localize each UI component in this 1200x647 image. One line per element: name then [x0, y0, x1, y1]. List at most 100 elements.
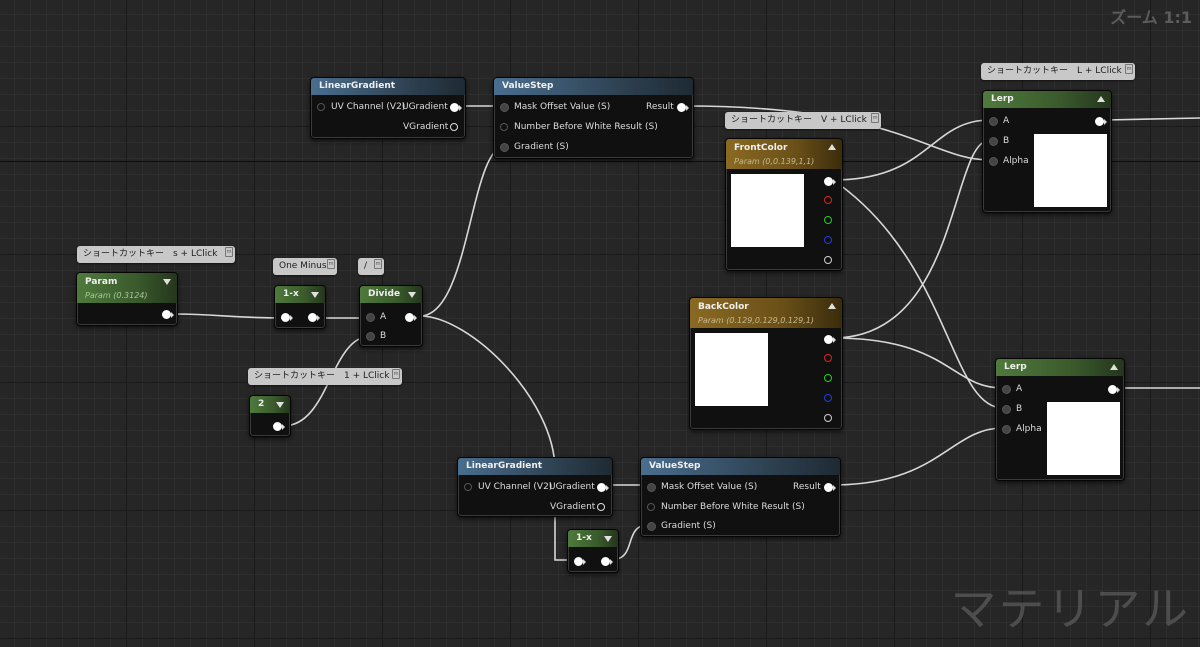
- output-pin[interactable]: [308, 313, 317, 322]
- comment-param-shortcut[interactable]: ショートカットキー s + LClick m: [77, 246, 235, 263]
- pin-label-number-before-white: Number Before White Result (S): [661, 502, 805, 512]
- node-header[interactable]: LinearGradient: [458, 458, 612, 475]
- input-pin-alpha[interactable]: [989, 157, 998, 166]
- comment-pin-icon[interactable]: m: [392, 369, 400, 379]
- material-graph-canvas[interactable]: ズーム 1:1 マテリアル ショートカットキー s + LClick m One …: [0, 0, 1200, 647]
- collapse-triangle-icon[interactable]: [1110, 364, 1118, 370]
- node-divide[interactable]: Divide A B: [359, 285, 423, 347]
- comment-pin-icon[interactable]: m: [1125, 64, 1133, 74]
- node-header[interactable]: Lerp: [983, 91, 1111, 108]
- collapse-triangle-icon[interactable]: [276, 402, 284, 408]
- input-pin-uv[interactable]: [317, 103, 325, 111]
- input-pin-a[interactable]: [366, 313, 375, 322]
- collapse-triangle-icon[interactable]: [1097, 96, 1105, 102]
- node-linear-gradient-top[interactable]: LinearGradient UV Channel (V2) UGradient…: [310, 77, 466, 139]
- comment-pin-icon[interactable]: m: [374, 259, 382, 269]
- output-pin-a[interactable]: [824, 414, 832, 422]
- output-pin-ugradient[interactable]: [450, 103, 459, 112]
- output-pin[interactable]: [1108, 385, 1117, 394]
- input-pin-mask-offset[interactable]: [647, 483, 656, 492]
- pin-arrow-icon: [610, 559, 613, 565]
- output-pin-vgradient[interactable]: [450, 123, 458, 131]
- collapse-triangle-icon[interactable]: [311, 292, 319, 298]
- node-linear-gradient-bottom[interactable]: LinearGradient UV Channel (V2) UGradient…: [457, 457, 613, 517]
- node-title: Lerp: [991, 94, 1014, 104]
- input-pin-a[interactable]: [989, 117, 998, 126]
- node-lerp-bottom[interactable]: Lerp A B Alpha: [995, 358, 1125, 481]
- output-pin-vgradient[interactable]: [597, 503, 605, 511]
- output-pin-r[interactable]: [824, 354, 832, 362]
- comment-frontcolor-shortcut[interactable]: ショートカットキー V + LClick m: [725, 112, 881, 129]
- output-pin-b[interactable]: [824, 236, 832, 244]
- node-header[interactable]: LinearGradient: [311, 78, 465, 95]
- output-pin-result[interactable]: [824, 483, 833, 492]
- output-pin-a[interactable]: [824, 256, 832, 264]
- comment-text: ショートカットキー L + LClick: [987, 66, 1122, 76]
- node-header[interactable]: ValueStep: [494, 78, 693, 95]
- output-pin[interactable]: [1095, 117, 1104, 126]
- collapse-triangle-icon[interactable]: [604, 536, 612, 542]
- output-pin-ugradient[interactable]: [597, 483, 606, 492]
- input-pin[interactable]: [574, 557, 583, 566]
- node-subtitle: Param (0.3124): [85, 291, 148, 300]
- output-pin-rgb[interactable]: [824, 335, 833, 344]
- color-preview-swatch: [695, 333, 768, 406]
- output-pin-result[interactable]: [677, 103, 686, 112]
- node-param[interactable]: Param Param (0.3124): [76, 272, 178, 326]
- node-header[interactable]: Lerp: [996, 359, 1124, 376]
- comment-pin-icon[interactable]: m: [871, 113, 879, 123]
- pin-label-uv: UV Channel (V2): [478, 482, 553, 492]
- node-valuestep-bottom[interactable]: ValueStep Mask Offset Value (S) Result N…: [640, 457, 841, 537]
- node-header[interactable]: Divide: [360, 286, 422, 303]
- input-pin-alpha[interactable]: [1002, 425, 1011, 434]
- comment-lerp-shortcut[interactable]: ショートカットキー L + LClick m: [981, 63, 1135, 80]
- input-pin-uv[interactable]: [464, 483, 472, 491]
- input-pin-number-before-white[interactable]: [647, 503, 655, 511]
- comment-divide[interactable]: / m: [358, 258, 384, 275]
- input-pin-gradient[interactable]: [647, 522, 656, 531]
- node-header[interactable]: 1-x: [275, 286, 325, 303]
- input-pin-gradient[interactable]: [500, 143, 509, 152]
- pin-arrow-icon: [1104, 119, 1107, 125]
- node-constant-2[interactable]: 2: [249, 395, 291, 437]
- zoom-level-label: ズーム 1:1: [1110, 8, 1192, 27]
- comment-pin-icon[interactable]: m: [327, 259, 335, 269]
- collapse-triangle-icon[interactable]: [163, 279, 171, 285]
- collapse-triangle-icon[interactable]: [828, 144, 836, 150]
- comment-const2-shortcut[interactable]: ショートカットキー 1 + LClick m: [248, 368, 402, 385]
- node-header[interactable]: Param Param (0.3124): [77, 273, 177, 303]
- input-pin-b[interactable]: [1002, 405, 1011, 414]
- input-pin-b[interactable]: [366, 332, 375, 341]
- collapse-triangle-icon[interactable]: [408, 292, 416, 298]
- node-one-minus-top[interactable]: 1-x: [274, 285, 326, 329]
- output-pin-b[interactable]: [824, 394, 832, 402]
- node-header[interactable]: 1-x: [568, 530, 618, 547]
- node-valuestep-top[interactable]: ValueStep Mask Offset Value (S) Result N…: [493, 77, 694, 159]
- node-one-minus-bottom[interactable]: 1-x: [567, 529, 619, 573]
- output-pin-r[interactable]: [824, 196, 832, 204]
- node-backcolor[interactable]: BackColor Param (0.129,0.129,0.129,1): [689, 297, 843, 430]
- input-pin-mask-offset[interactable]: [500, 103, 509, 112]
- input-pin[interactable]: [281, 313, 290, 322]
- collapse-triangle-icon[interactable]: [828, 303, 836, 309]
- input-pin-a[interactable]: [1002, 385, 1011, 394]
- input-pin-number-before-white[interactable]: [500, 123, 508, 131]
- output-pin[interactable]: [405, 313, 414, 322]
- output-pin-g[interactable]: [824, 374, 832, 382]
- input-pin-b[interactable]: [989, 137, 998, 146]
- node-header[interactable]: 2: [250, 396, 290, 413]
- pin-label-b: B: [1016, 404, 1023, 414]
- output-pin[interactable]: [162, 310, 171, 319]
- node-lerp-top[interactable]: Lerp A B Alpha: [982, 90, 1112, 213]
- node-header[interactable]: BackColor Param (0.129,0.129,0.129,1): [690, 298, 842, 328]
- output-pin-g[interactable]: [824, 216, 832, 224]
- wire-front-to-lerp-bottom-b: [832, 179, 1004, 409]
- node-header[interactable]: FrontColor Param (0,0.139,1,1): [726, 139, 842, 169]
- output-pin[interactable]: [273, 422, 282, 431]
- output-pin-rgb[interactable]: [824, 177, 833, 186]
- node-frontcolor[interactable]: FrontColor Param (0,0.139,1,1): [725, 138, 843, 271]
- comment-pin-icon[interactable]: m: [225, 247, 233, 257]
- node-header[interactable]: ValueStep: [641, 458, 840, 475]
- comment-one-minus[interactable]: One Minus m: [273, 258, 337, 275]
- output-pin[interactable]: [601, 557, 610, 566]
